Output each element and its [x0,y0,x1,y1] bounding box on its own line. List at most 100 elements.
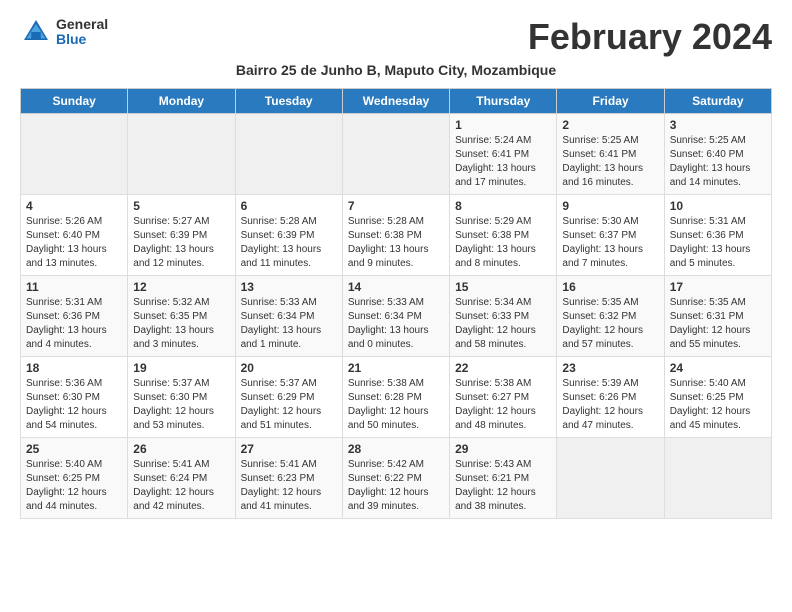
day-cell: 27Sunrise: 5:41 AM Sunset: 6:23 PM Dayli… [235,438,342,519]
day-cell: 1Sunrise: 5:24 AM Sunset: 6:41 PM Daylig… [450,114,557,195]
day-number: 11 [26,280,122,294]
day-number: 13 [241,280,337,294]
day-number: 20 [241,361,337,375]
header: General Blue February 2024 [20,16,772,58]
day-cell [664,438,771,519]
day-info: Sunrise: 5:26 AM Sunset: 6:40 PM Dayligh… [26,215,122,271]
day-number: 17 [670,280,766,294]
day-cell: 2 Sunrise: 5:25 AM Sunset: 6:41 PM Daylig… [557,114,664,195]
day-number: 22 [455,361,551,375]
day-cell: 17 Sunrise: 5:35 AM Sunset: 6:31 PM Dayli… [664,276,771,357]
day-info: Sunrise: 5:40 AM Sunset: 6:25 PM Dayligh… [26,458,122,514]
day-cell: 18Sunrise: 5:36 AM Sunset: 6:30 PM Dayli… [21,357,128,438]
day-number: 25 [26,442,122,456]
day-number: 4 [26,199,122,213]
day-cell: 4 Sunrise: 5:26 AM Sunset: 6:40 PM Daylig… [21,195,128,276]
day-number: 6 [241,199,337,213]
day-cell: 5Sunrise: 5:27 AM Sunset: 6:39 PM Daylig… [128,195,235,276]
day-number: 10 [670,199,766,213]
day-info: Sunrise: 5:39 AM Sunset: 6:26 PM Dayligh… [562,377,658,433]
day-info: Sunrise: 5:29 AM Sunset: 6:38 PM Dayligh… [455,215,551,271]
day-cell: 9 Sunrise: 5:30 AM Sunset: 6:37 PM Daylig… [557,195,664,276]
day-number: 24 [670,361,766,375]
day-cell: 25 Sunrise: 5:40 AM Sunset: 6:25 PM Dayli… [21,438,128,519]
logo-text: General Blue [56,17,108,48]
day-number: 18 [26,361,122,375]
day-number: 14 [348,280,444,294]
day-info: Sunrise: 5:31 AM Sunset: 6:36 PM Dayligh… [670,215,766,271]
day-cell: 8 Sunrise: 5:29 AM Sunset: 6:38 PM Daylig… [450,195,557,276]
day-number: 7 [348,199,444,213]
day-number: 21 [348,361,444,375]
week-row-5: 25 Sunrise: 5:40 AM Sunset: 6:25 PM Dayli… [21,438,772,519]
week-row-3: 11 Sunrise: 5:31 AM Sunset: 6:36 PM Dayli… [21,276,772,357]
day-number: 15 [455,280,551,294]
day-cell: 3 Sunrise: 5:25 AM Sunset: 6:40 PM Daylig… [664,114,771,195]
header-cell-saturday: Saturday [664,89,771,114]
day-cell: 28 Sunrise: 5:42 AM Sunset: 6:22 PM Dayli… [342,438,449,519]
day-cell [128,114,235,195]
day-info: Sunrise: 5:25 AM Sunset: 6:41 PM Dayligh… [562,134,658,190]
subtitle: Bairro 25 de Junho B, Maputo City, Mozam… [20,62,772,78]
day-info: Sunrise: 5:35 AM Sunset: 6:32 PM Dayligh… [562,296,658,352]
header-cell-wednesday: Wednesday [342,89,449,114]
day-cell: 7 Sunrise: 5:28 AM Sunset: 6:38 PM Daylig… [342,195,449,276]
day-number: 1 [455,118,551,132]
day-number: 16 [562,280,658,294]
day-info: Sunrise: 5:34 AM Sunset: 6:33 PM Dayligh… [455,296,551,352]
day-info: Sunrise: 5:38 AM Sunset: 6:27 PM Dayligh… [455,377,551,433]
day-cell [557,438,664,519]
day-number: 29 [455,442,551,456]
day-number: 19 [133,361,229,375]
day-number: 27 [241,442,337,456]
day-cell: 12Sunrise: 5:32 AM Sunset: 6:35 PM Dayli… [128,276,235,357]
day-info: Sunrise: 5:41 AM Sunset: 6:24 PM Dayligh… [133,458,229,514]
calendar-header: SundayMondayTuesdayWednesdayThursdayFrid… [21,89,772,114]
week-row-1: 1Sunrise: 5:24 AM Sunset: 6:41 PM Daylig… [21,114,772,195]
day-info: Sunrise: 5:40 AM Sunset: 6:25 PM Dayligh… [670,377,766,433]
day-cell: 16 Sunrise: 5:35 AM Sunset: 6:32 PM Dayli… [557,276,664,357]
header-cell-monday: Monday [128,89,235,114]
day-info: Sunrise: 5:35 AM Sunset: 6:31 PM Dayligh… [670,296,766,352]
header-cell-friday: Friday [557,89,664,114]
day-cell: 11 Sunrise: 5:31 AM Sunset: 6:36 PM Dayli… [21,276,128,357]
calendar-body: 1Sunrise: 5:24 AM Sunset: 6:41 PM Daylig… [21,114,772,519]
day-info: Sunrise: 5:31 AM Sunset: 6:36 PM Dayligh… [26,296,122,352]
day-info: Sunrise: 5:28 AM Sunset: 6:38 PM Dayligh… [348,215,444,271]
day-cell: 24 Sunrise: 5:40 AM Sunset: 6:25 PM Dayli… [664,357,771,438]
day-cell: 15 Sunrise: 5:34 AM Sunset: 6:33 PM Dayli… [450,276,557,357]
header-cell-sunday: Sunday [21,89,128,114]
day-info: Sunrise: 5:38 AM Sunset: 6:28 PM Dayligh… [348,377,444,433]
day-info: Sunrise: 5:32 AM Sunset: 6:35 PM Dayligh… [133,296,229,352]
day-cell: 6Sunrise: 5:28 AM Sunset: 6:39 PM Daylig… [235,195,342,276]
logo: General Blue [20,16,108,48]
day-number: 5 [133,199,229,213]
day-cell: 22 Sunrise: 5:38 AM Sunset: 6:27 PM Dayli… [450,357,557,438]
day-info: Sunrise: 5:30 AM Sunset: 6:37 PM Dayligh… [562,215,658,271]
day-info: Sunrise: 5:33 AM Sunset: 6:34 PM Dayligh… [241,296,337,352]
logo-blue-text: Blue [56,32,108,47]
day-number: 23 [562,361,658,375]
day-number: 2 [562,118,658,132]
day-cell [342,114,449,195]
day-number: 3 [670,118,766,132]
day-cell: 14 Sunrise: 5:33 AM Sunset: 6:34 PM Dayli… [342,276,449,357]
day-info: Sunrise: 5:33 AM Sunset: 6:34 PM Dayligh… [348,296,444,352]
day-cell [21,114,128,195]
day-cell [235,114,342,195]
day-info: Sunrise: 5:37 AM Sunset: 6:29 PM Dayligh… [241,377,337,433]
logo-general-text: General [56,17,108,32]
day-number: 26 [133,442,229,456]
day-cell: 13 Sunrise: 5:33 AM Sunset: 6:34 PM Dayli… [235,276,342,357]
day-info: Sunrise: 5:42 AM Sunset: 6:22 PM Dayligh… [348,458,444,514]
page-title: February 2024 [528,16,772,58]
week-row-2: 4 Sunrise: 5:26 AM Sunset: 6:40 PM Daylig… [21,195,772,276]
day-cell: 23 Sunrise: 5:39 AM Sunset: 6:26 PM Dayli… [557,357,664,438]
day-info: Sunrise: 5:25 AM Sunset: 6:40 PM Dayligh… [670,134,766,190]
day-cell: 20 Sunrise: 5:37 AM Sunset: 6:29 PM Dayli… [235,357,342,438]
day-cell: 21 Sunrise: 5:38 AM Sunset: 6:28 PM Dayli… [342,357,449,438]
day-number: 28 [348,442,444,456]
day-cell: 26 Sunrise: 5:41 AM Sunset: 6:24 PM Dayli… [128,438,235,519]
day-number: 8 [455,199,551,213]
day-number: 9 [562,199,658,213]
